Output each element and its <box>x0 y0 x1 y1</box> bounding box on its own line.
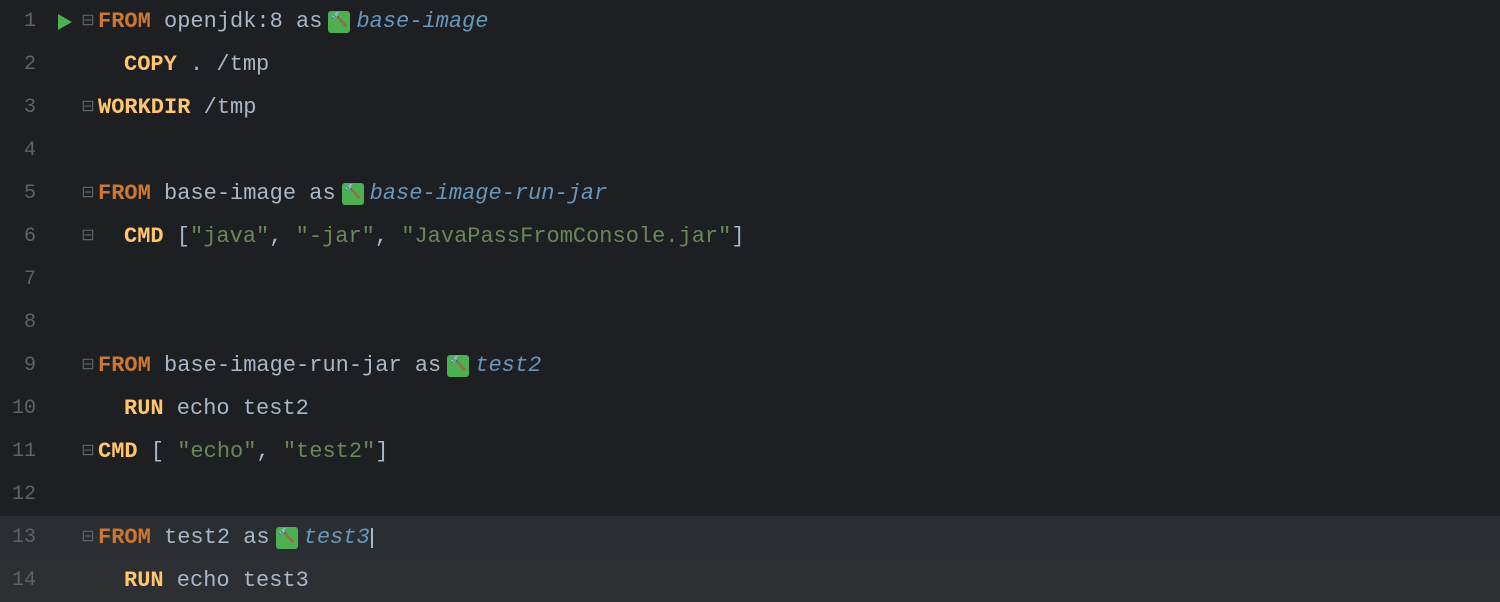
code-token-stage-name: base-image <box>356 0 488 43</box>
code-token-text-plain: as <box>296 0 322 43</box>
code-token-text-plain: , <box>269 215 295 258</box>
fold-icon[interactable]: ⊟ <box>78 344 98 387</box>
code-content: FROM base-image-run-jar as 🔨 test2 <box>98 344 541 387</box>
code-token-kw-run: RUN <box>124 387 164 430</box>
line-number-12: 12 <box>0 473 52 516</box>
code-token-text-plain: base-image-run-jar <box>151 344 415 387</box>
code-content: FROM base-image as 🔨 base-image-run-jar <box>98 172 607 215</box>
line-number-10: 10 <box>0 387 52 430</box>
line-9: 9 ⊟FROM base-image-run-jar as 🔨 test2 <box>0 344 1500 387</box>
line-number-6: 6 <box>0 215 52 258</box>
line-number-3: 3 <box>0 86 52 129</box>
code-token-string-val: "echo" <box>177 430 256 473</box>
line-3: 3 ⊟WORKDIR /tmp <box>0 86 1500 129</box>
code-token-text-plain: , <box>375 215 401 258</box>
code-token-stage-name: base-image-run-jar <box>370 172 608 215</box>
code-editor: 1⊟FROM openjdk:8 as🔨base-image2COPY . /t… <box>0 0 1500 600</box>
fold-icon[interactable]: ⊟ <box>78 430 98 473</box>
line-number-7: 7 <box>0 258 52 301</box>
code-content: COPY . /tmp <box>124 43 269 86</box>
line-12: 12 <box>0 473 1500 516</box>
line-14: 14 RUN echo test3 <box>0 559 1500 602</box>
line-number-5: 5 <box>0 172 52 215</box>
code-token-kw-from: FROM <box>98 0 151 43</box>
code-token-kw-copy: COPY <box>124 43 177 86</box>
hammer-icon: 🔨 <box>342 183 364 205</box>
hammer-icon: 🔨 <box>276 527 298 549</box>
line-number-2: 2 <box>0 43 52 86</box>
code-token-kw-cmd: CMD <box>98 430 138 473</box>
code-content: FROM openjdk:8 as 🔨 base-image <box>98 0 488 43</box>
line-8: 8 <box>0 301 1500 344</box>
code-token-kw-run: RUN <box>124 559 164 602</box>
code-token-string-val: "test2" <box>283 430 375 473</box>
code-token-kw-from: FROM <box>98 172 151 215</box>
hammer-icon: 🔨 <box>447 355 469 377</box>
line-number-11: 11 <box>0 430 52 473</box>
line-5: 5 ⊟FROM base-image as 🔨 base-image-run-jar <box>0 172 1500 215</box>
line-number-8: 8 <box>0 301 52 344</box>
run-button[interactable] <box>52 14 78 30</box>
code-token-string-val: "java" <box>190 215 269 258</box>
code-token-text-plain: as <box>243 516 269 559</box>
code-token-text-plain: . /tmp <box>177 43 269 86</box>
line-6: 6 ⊟ CMD ["java", "-jar", "JavaPassFromCons… <box>0 215 1500 258</box>
line-4: 4 <box>0 129 1500 172</box>
line-7: 7 <box>0 258 1500 301</box>
run-arrow-icon <box>58 14 72 30</box>
code-token-text-plain: base-image <box>151 172 309 215</box>
code-content: CMD [ "echo", "test2"] <box>98 430 388 473</box>
line-number-13: 13 <box>0 516 52 559</box>
code-token-string-val: "-jar" <box>296 215 375 258</box>
fold-icon[interactable]: ⊟ <box>78 0 98 43</box>
code-token-text-plain: , <box>256 430 282 473</box>
code-token-string-val: "JavaPassFromConsole.jar" <box>401 215 731 258</box>
code-content: RUN echo test3 <box>124 559 309 602</box>
fold-icon[interactable]: ⊟ <box>78 516 98 559</box>
code-token-text-plain: as <box>309 172 335 215</box>
code-content: FROM test2 as 🔨 test3 <box>98 516 373 559</box>
code-token-kw-from: FROM <box>98 516 151 559</box>
line-number-1: 1 <box>0 0 52 43</box>
code-token-text-plain: test2 <box>151 516 243 559</box>
line-13: 13 ⊟FROM test2 as 🔨 test3 <box>0 516 1500 559</box>
line-11: 11 ⊟CMD [ "echo", "test2"] <box>0 430 1500 473</box>
code-token-text-plain: echo test2 <box>164 387 309 430</box>
code-content: RUN echo test2 <box>124 387 309 430</box>
code-token-text-plain: [ <box>164 215 190 258</box>
line-1: 1 ⊟FROM openjdk:8 as 🔨 base-image <box>0 0 1500 43</box>
fold-icon[interactable]: ⊟ <box>78 172 98 215</box>
code-token-text-plain: echo test3 <box>164 559 309 602</box>
code-token-text-plain: /tmp <box>190 86 256 129</box>
hammer-icon: 🔨 <box>328 11 350 33</box>
code-token-text-plain: openjdk:8 <box>151 0 296 43</box>
line-10: 10 RUN echo test2 <box>0 387 1500 430</box>
code-token-kw-from: FROM <box>98 344 151 387</box>
code-token-kw-cmd: CMD <box>124 215 164 258</box>
code-token-text-plain: ] <box>375 430 388 473</box>
line-2: 2 COPY . /tmp <box>0 43 1500 86</box>
fold-icon[interactable]: ⊟ <box>78 215 98 258</box>
code-token-text-plain: ] <box>731 215 744 258</box>
code-token-text-plain: as <box>415 344 441 387</box>
text-cursor <box>371 528 373 548</box>
code-token-stage-name: test2 <box>475 344 541 387</box>
code-content: CMD ["java", "-jar", "JavaPassFromConsol… <box>124 215 745 258</box>
line-number-9: 9 <box>0 344 52 387</box>
fold-icon[interactable]: ⊟ <box>78 86 98 129</box>
code-token-kw-workdir: WORKDIR <box>98 86 190 129</box>
code-token-text-plain: [ <box>138 430 178 473</box>
line-number-4: 4 <box>0 129 52 172</box>
code-content: WORKDIR /tmp <box>98 86 256 129</box>
line-number-14: 14 <box>0 559 52 602</box>
code-token-stage-name: test3 <box>304 516 370 559</box>
